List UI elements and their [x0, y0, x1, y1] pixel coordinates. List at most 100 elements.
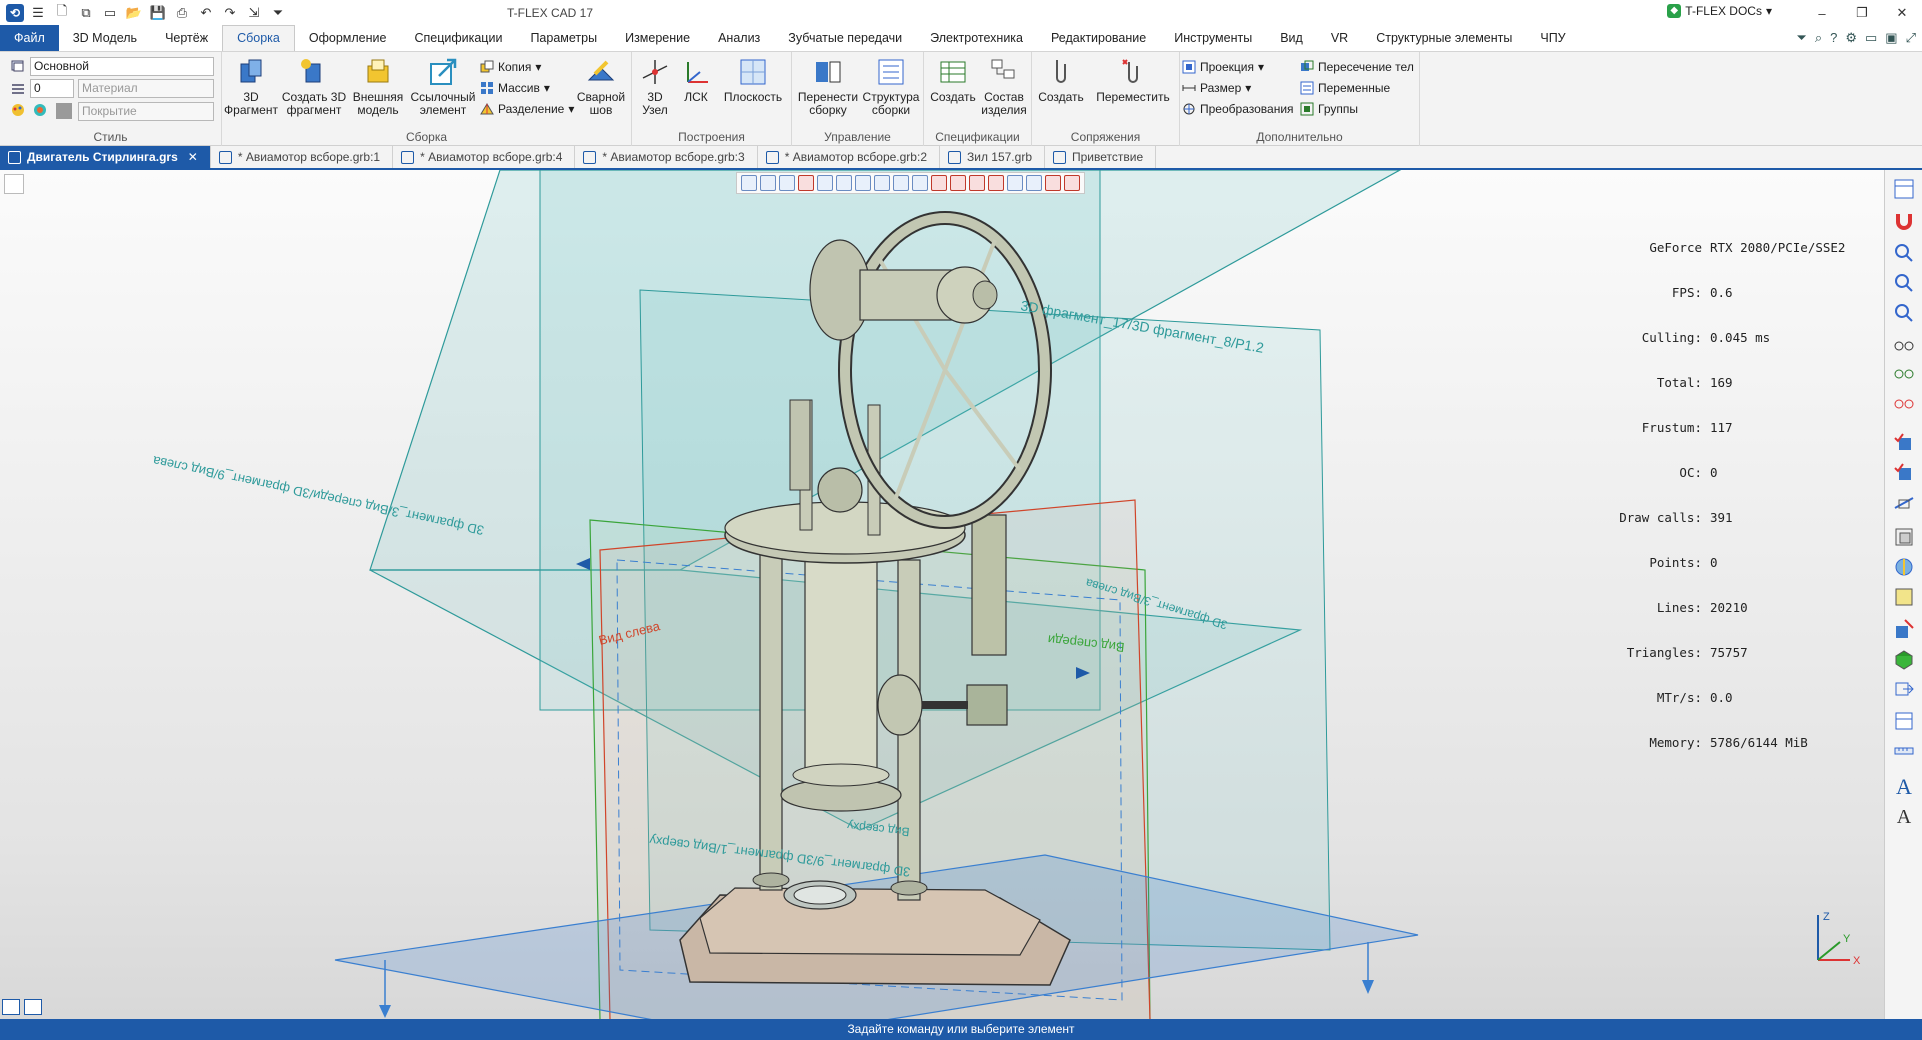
layout-split-icon[interactable] [24, 999, 42, 1015]
array-button[interactable]: Массив ▾ [480, 79, 550, 97]
spec-create-button[interactable]: Создать [930, 56, 976, 104]
select-icon[interactable] [760, 175, 776, 191]
gear-icon[interactable]: ⚙ [1845, 30, 1857, 46]
doc-tab-aviamotor-3[interactable]: * Авиамотор всборе.grb:3 [575, 146, 758, 168]
tab-drawing[interactable]: Чертёж [151, 27, 222, 51]
tab-assembly[interactable]: Сборка [222, 25, 295, 51]
move-assembly-button[interactable]: Перенести сборку [798, 56, 858, 117]
layout-single-icon[interactable] [2, 999, 20, 1015]
docs-menu[interactable]: ◆ T-FLEX DOCs ▾ [1667, 4, 1772, 18]
lcs-button[interactable]: ЛСК [678, 56, 714, 104]
doc-tab-aviamotor-4[interactable]: * Авиамотор всборе.grb:4 [393, 146, 576, 168]
cube-check-2-icon[interactable] [1893, 462, 1915, 484]
help-icon[interactable]: ? [1830, 30, 1837, 46]
doc-tab-aviamotor-2[interactable]: * Авиамотор всборе.grb:2 [758, 146, 940, 168]
minimize-icon[interactable]: – [1802, 0, 1842, 26]
fragment-3d-button[interactable]: 3D Фрагмент [224, 56, 278, 117]
ref-element-button[interactable]: Ссылочный элемент [408, 56, 478, 117]
link-icon[interactable] [912, 175, 928, 191]
tab-specifications[interactable]: Спецификации [400, 27, 516, 51]
groups-button[interactable]: Группы [1300, 100, 1358, 118]
tab-electrical[interactable]: Электротехника [916, 27, 1037, 51]
text-icon[interactable]: A [1893, 776, 1915, 798]
sphere-icon[interactable] [1893, 556, 1915, 578]
tab-3d-model[interactable]: 3D Модель [59, 27, 151, 51]
tab-tools[interactable]: Инструменты [1160, 27, 1266, 51]
close-icon[interactable]: ✕ [1882, 0, 1922, 26]
copy-button[interactable]: Копия ▾ [480, 58, 541, 76]
cube-red-3-icon[interactable] [969, 175, 985, 191]
tab-view[interactable]: Вид [1266, 27, 1317, 51]
doc-tab-welcome[interactable]: Приветствие [1045, 146, 1157, 168]
tab-cnc[interactable]: ЧПУ [1526, 27, 1579, 51]
magnet-icon[interactable] [1893, 210, 1915, 232]
tab-edit[interactable]: Редактирование [1037, 27, 1160, 51]
ruler-icon[interactable] [1893, 740, 1915, 762]
cube-red-4-icon[interactable] [988, 175, 1004, 191]
3d-viewport[interactable]: 3D фрагмент_17/3D фрагмент_8/Р1.2 Вид сл… [0, 170, 1884, 1019]
zoom-icon[interactable] [1893, 242, 1915, 264]
external-model-button[interactable]: Внешняя модель [350, 56, 406, 117]
mate-move-button[interactable]: Переместить [1090, 56, 1176, 104]
search-icon[interactable]: ⌕ [1815, 30, 1822, 46]
highlight-icon[interactable] [798, 175, 814, 191]
model-tree-button[interactable] [4, 174, 24, 194]
level-field[interactable]: 0 [30, 79, 74, 98]
plane-button[interactable]: Плоскость [720, 56, 786, 104]
tab-structural[interactable]: Структурные элементы [1362, 27, 1526, 51]
frame-yellow-icon[interactable] [1893, 586, 1915, 608]
variables-button[interactable]: Переменные [1300, 79, 1390, 97]
glasses-red-icon[interactable] [1893, 392, 1915, 414]
view-panel-icon[interactable] [1893, 178, 1915, 200]
axis-icon[interactable] [874, 175, 890, 191]
green-cube-icon[interactable] [1893, 648, 1915, 670]
color-swatch[interactable] [56, 103, 72, 119]
select-all-icon[interactable] [779, 175, 795, 191]
section-icon[interactable] [1893, 492, 1915, 514]
panel-icon[interactable] [1893, 710, 1915, 732]
tab-gears[interactable]: Зубчатые передачи [774, 27, 916, 51]
projection-button[interactable]: Проекция ▾ [1182, 58, 1264, 76]
glasses-icon[interactable] [1893, 334, 1915, 356]
transforms-button[interactable]: Преобразования [1182, 100, 1294, 118]
expand-icon[interactable]: ⤢ [1906, 30, 1916, 46]
zoom-window-icon[interactable] [1893, 272, 1915, 294]
cube-red-6-icon[interactable] [1064, 175, 1080, 191]
node-icon[interactable] [1026, 175, 1042, 191]
tab-parameters[interactable]: Параметры [516, 27, 611, 51]
close-icon[interactable]: ✕ [188, 147, 198, 167]
body-intersect-button[interactable]: Пересечение тел [1300, 58, 1414, 76]
cube-check-icon[interactable] [1893, 432, 1915, 454]
text-alt-icon[interactable]: A [1893, 806, 1915, 828]
checkmark-icon[interactable] [817, 175, 833, 191]
box-view-icon[interactable] [1893, 526, 1915, 548]
cube-red-5-icon[interactable] [1045, 175, 1061, 191]
doc-tab-zil[interactable]: Зил 157.grb [940, 146, 1045, 168]
dropdown-icon[interactable]: ⏷ [1796, 30, 1806, 46]
doc-tab-stirling[interactable]: Двигатель Стирлинга.grs ✕ [0, 146, 211, 168]
layout-icon[interactable]: ▭ [1865, 30, 1877, 46]
weld-button[interactable]: Сварной шов [574, 56, 628, 117]
screen-icon[interactable]: ▣ [1885, 30, 1897, 46]
restore-icon[interactable]: ❐ [1842, 0, 1882, 26]
tab-analysis[interactable]: Анализ [704, 27, 774, 51]
cube-red-icon[interactable] [931, 175, 947, 191]
doc-tab-aviamotor-1[interactable]: * Авиамотор всборе.grb:1 [211, 146, 394, 168]
tab-vr[interactable]: VR [1317, 27, 1362, 51]
cube-red-2-icon[interactable] [950, 175, 966, 191]
glasses-alt-icon[interactable] [1893, 362, 1915, 384]
axis-alt-icon[interactable] [893, 175, 909, 191]
material-field[interactable]: Материал [78, 79, 214, 98]
assembly-structure-button[interactable]: Структура сборки [860, 56, 922, 117]
cross-icon[interactable] [836, 175, 852, 191]
layer-select[interactable]: Основной [30, 57, 214, 76]
zoom-fit-icon[interactable] [1893, 302, 1915, 324]
tab-design[interactable]: Оформление [295, 27, 401, 51]
filter-icon[interactable] [741, 175, 757, 191]
shape-icon[interactable] [1893, 618, 1915, 640]
split-button[interactable]: Разделение ▾ [480, 100, 574, 118]
create-fragment-button[interactable]: Создать 3D фрагмент [282, 56, 346, 117]
tab-file[interactable]: Файл [0, 25, 59, 51]
grid-icon[interactable] [855, 175, 871, 191]
mate-create-button[interactable]: Создать [1036, 56, 1086, 104]
